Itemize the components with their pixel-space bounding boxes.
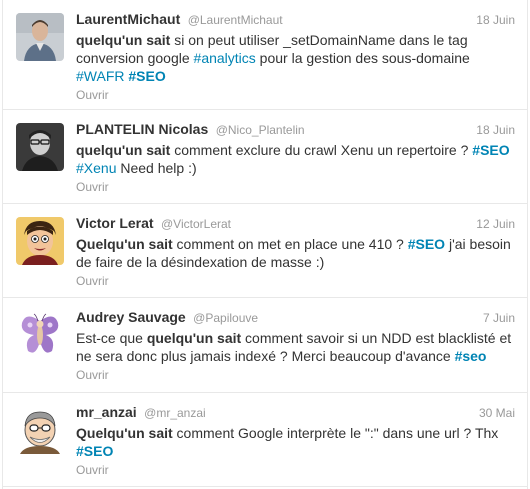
author-handle[interactable]: @Nico_Plantelin bbox=[216, 123, 305, 137]
tweet-item[interactable]: PLANTELIN Nicolas @Nico_Plantelin 18 Jui… bbox=[3, 110, 527, 204]
tweet-timestamp[interactable]: 18 Juin bbox=[476, 123, 515, 137]
highlighted-phrase: Quelqu'un sait bbox=[76, 425, 173, 441]
hashtag-link[interactable]: #SEO bbox=[408, 236, 445, 252]
hashtag-link[interactable]: #seo bbox=[455, 348, 487, 364]
avatar[interactable] bbox=[16, 13, 64, 61]
tweet-text-fragment: Est-ce que bbox=[76, 330, 147, 346]
tweet-text: Quelqu'un sait comment on met en place u… bbox=[76, 235, 515, 271]
hashtag-link[interactable]: #SEO bbox=[76, 443, 113, 459]
author-name[interactable]: LaurentMichaut bbox=[76, 11, 180, 27]
author-handle[interactable]: @LaurentMichaut bbox=[188, 13, 283, 27]
author-handle[interactable]: @VictorLerat bbox=[161, 217, 231, 231]
avatar-nicolas-photo bbox=[16, 123, 64, 171]
tweet-timeline: LaurentMichaut @LaurentMichaut 18 Juin q… bbox=[2, 0, 528, 489]
highlighted-phrase: quelqu'un sait bbox=[76, 142, 171, 158]
hashtag-link[interactable]: #SEO bbox=[128, 68, 165, 84]
open-tweet-link[interactable]: Ouvrir bbox=[76, 463, 515, 477]
avatar[interactable] bbox=[16, 123, 64, 171]
open-tweet-link[interactable]: Ouvrir bbox=[76, 368, 515, 382]
tweet-timestamp[interactable]: 18 Juin bbox=[476, 13, 515, 27]
avatar-anzai-cartoon bbox=[16, 406, 64, 454]
tweet-item[interactable]: Audrey Sauvage @Papilouve 7 Juin Est-ce … bbox=[3, 298, 527, 393]
open-tweet-link[interactable]: Ouvrir bbox=[76, 88, 515, 102]
author-name[interactable]: Audrey Sauvage bbox=[76, 309, 186, 325]
tweet-timestamp[interactable]: 7 Juin bbox=[483, 311, 515, 325]
author-name[interactable]: PLANTELIN Nicolas bbox=[76, 121, 208, 137]
hashtag-link[interactable]: #WAFR bbox=[76, 68, 124, 84]
hashtag-link[interactable]: #analytics bbox=[194, 50, 256, 66]
tweet-text-fragment: comment on met en place une 410 ? bbox=[172, 236, 408, 252]
author-handle[interactable]: @Papilouve bbox=[193, 311, 258, 325]
highlighted-phrase: quelqu'un sait bbox=[76, 32, 171, 48]
avatar[interactable] bbox=[16, 217, 64, 265]
tweet-item[interactable]: Victor Lerat @VictorLerat 12 Juin Quelqu… bbox=[3, 204, 527, 298]
tweet-timestamp[interactable]: 30 Mai bbox=[479, 406, 515, 420]
tweet-text-fragment: Need help :) bbox=[116, 160, 197, 176]
hashtag-link[interactable]: #SEO bbox=[472, 142, 509, 158]
avatar-audrey-butterfly bbox=[16, 311, 64, 359]
tweet-text: Est-ce que quelqu'un sait comment savoir… bbox=[76, 329, 515, 365]
tweet-timestamp[interactable]: 12 Juin bbox=[476, 217, 515, 231]
tweet-text-fragment: comment Google interprète le ":" dans un… bbox=[172, 425, 499, 441]
highlighted-phrase: Quelqu'un sait bbox=[76, 236, 173, 252]
author-name[interactable]: mr_anzai bbox=[76, 404, 137, 420]
tweet-text-fragment: comment exclure du crawl Xenu un reperto… bbox=[170, 142, 473, 158]
avatar-victor-cartoon bbox=[16, 217, 64, 265]
author-name[interactable]: Victor Lerat bbox=[76, 215, 154, 231]
avatar[interactable] bbox=[16, 311, 64, 359]
avatar[interactable] bbox=[16, 406, 64, 454]
tweet-text-fragment: pour la gestion des sous-domaine bbox=[255, 50, 470, 66]
tweet-text: Quelqu'un sait comment Google interprète… bbox=[76, 424, 515, 460]
hashtag-link[interactable]: #Xenu bbox=[76, 160, 116, 176]
open-tweet-link[interactable]: Ouvrir bbox=[76, 180, 515, 194]
open-tweet-link[interactable]: Ouvrir bbox=[76, 274, 515, 288]
tweet-item[interactable]: mr_anzai @mr_anzai 30 Mai Quelqu'un sait… bbox=[3, 393, 527, 487]
highlighted-phrase: quelqu'un sait bbox=[146, 330, 242, 346]
author-handle[interactable]: @mr_anzai bbox=[144, 406, 206, 420]
tweet-text: quelqu'un sait comment exclure du crawl … bbox=[76, 141, 515, 177]
avatar-laurent-photo bbox=[16, 13, 64, 61]
tweet-text: quelqu'un sait si on peut utiliser _setD… bbox=[76, 31, 515, 85]
tweet-item[interactable]: LaurentMichaut @LaurentMichaut 18 Juin q… bbox=[3, 0, 527, 110]
